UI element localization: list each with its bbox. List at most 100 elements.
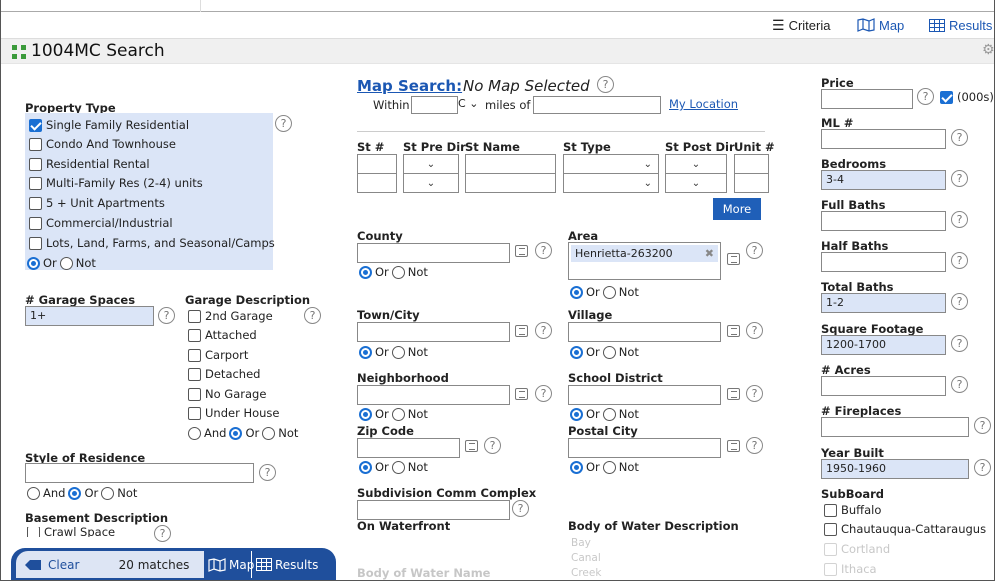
property-type-option[interactable]: Single Family Residential [29,118,189,132]
tab-results[interactable]: Results [929,12,992,38]
help-icon[interactable]: ? [535,385,552,402]
list-icon[interactable] [727,325,740,337]
st-name-input[interactable] [465,173,556,193]
checkbox[interactable] [27,527,40,537]
checkbox[interactable] [824,562,837,576]
radio-not[interactable] [391,345,405,359]
map-search-link[interactable]: Map Search: [357,77,462,95]
map-button[interactable]: Map [208,551,254,578]
help-icon[interactable]: ? [951,170,968,187]
help-icon[interactable]: ? [974,417,991,434]
checkbox[interactable] [29,176,42,190]
or-not-toggle[interactable]: Or Not [570,345,639,359]
close-icon[interactable]: ✖ [705,247,714,260]
property-type-option[interactable]: Lots, Land, Farms, and Seasonal/Camps [29,236,275,250]
checkbox[interactable] [29,137,42,151]
radio-not[interactable] [59,256,73,270]
subboard-option[interactable]: Chautauqua-Cattaraugus [824,522,986,536]
checkbox[interactable] [188,406,201,420]
help-icon[interactable]: ? [275,115,292,132]
garage-option[interactable]: Carport [188,348,248,362]
list-icon[interactable] [515,325,528,337]
help-icon[interactable]: ? [746,385,763,402]
or-not-toggle[interactable]: Or Not [359,265,428,279]
help-icon[interactable]: ? [951,335,968,352]
help-icon[interactable]: ? [746,322,763,339]
checkbox[interactable] [29,216,42,230]
radio-or[interactable] [27,256,40,270]
my-location-link[interactable]: My Location [669,97,738,111]
property-type-option[interactable]: Residential Rental [29,157,150,171]
total-baths-input[interactable]: 1-2 [821,293,946,313]
help-icon[interactable]: ? [951,211,968,228]
list-icon[interactable] [727,253,740,265]
results-button[interactable]: Results [256,551,318,578]
clear-button[interactable]: Clear [16,551,104,578]
square-footage-input[interactable]: 1200-1700 [821,335,946,355]
bedrooms-input[interactable]: 3-4 [821,170,946,190]
subboard-option[interactable]: Ithaca [824,562,877,576]
acres-input[interactable] [821,376,946,396]
basement-option[interactable]: Crawl Space [27,527,115,537]
garage-option[interactable]: 2nd Garage [188,309,273,323]
checkbox[interactable] [29,196,42,210]
help-icon[interactable]: ? [951,293,968,310]
st-post-dir-select[interactable]: ⌄ [665,173,727,193]
radio-or[interactable] [229,426,243,440]
village-input[interactable] [568,322,721,342]
subdivision-input[interactable] [357,500,510,520]
distance-input[interactable] [411,96,458,114]
full-baths-input[interactable] [821,211,946,231]
radio-or[interactable] [570,345,583,359]
radio-not[interactable] [602,460,616,474]
st-post-dir-select[interactable]: ⌄ [665,154,727,174]
checkbox[interactable] [29,157,42,171]
st-type-select[interactable]: ⌄ [563,173,659,193]
garage-option[interactable]: Detached [188,367,260,381]
and-or-not-toggle[interactable]: And Or Not [27,486,137,500]
checkbox[interactable] [824,522,837,536]
st-name-input[interactable] [465,154,556,174]
help-icon[interactable]: ? [535,322,552,339]
radio-not[interactable] [391,460,405,474]
list-icon[interactable] [465,440,478,452]
radio-not[interactable] [602,345,616,359]
garage-option[interactable]: Under House [188,406,280,420]
price-input[interactable] [821,89,913,109]
checkbox[interactable] [29,118,42,132]
st-type-select[interactable]: ⌄ [563,154,659,174]
radio-and[interactable] [27,486,40,500]
town-input[interactable] [357,322,510,342]
half-baths-input[interactable] [821,252,946,272]
help-icon[interactable]: ? [951,376,968,393]
radio-or[interactable] [359,407,372,421]
radio-not[interactable] [391,407,405,421]
thousands-toggle[interactable]: (000s) [940,90,994,104]
help-icon[interactable]: ? [917,88,934,105]
radio-not[interactable] [602,285,616,299]
or-not-toggle[interactable]: Or Not [570,460,639,474]
fireplaces-input[interactable] [821,417,969,437]
radio-not[interactable] [262,426,276,440]
or-not-toggle[interactable]: Or Not [27,256,96,270]
st-num-input[interactable] [357,154,397,174]
checkbox[interactable] [188,387,201,401]
help-icon[interactable]: ? [304,307,321,324]
radio-or[interactable] [570,285,583,299]
help-icon[interactable]: ? [158,307,175,324]
radio-or[interactable] [570,460,583,474]
location-input[interactable] [533,96,661,114]
radio-not[interactable] [391,265,405,279]
or-not-toggle[interactable]: Or Not [570,285,639,299]
checkbox[interactable] [824,542,837,556]
garage-option[interactable]: No Garage [188,387,266,401]
help-icon[interactable]: ? [951,252,968,269]
tab-stub[interactable] [1,0,201,12]
help-icon[interactable]: ? [597,76,614,93]
zip-code-input[interactable] [357,438,460,458]
school-district-input[interactable] [568,385,721,405]
help-icon[interactable]: ? [154,525,171,542]
list-icon[interactable] [515,388,528,400]
subboard-option[interactable]: Buffalo [824,503,881,517]
neighborhood-input[interactable] [357,385,510,405]
